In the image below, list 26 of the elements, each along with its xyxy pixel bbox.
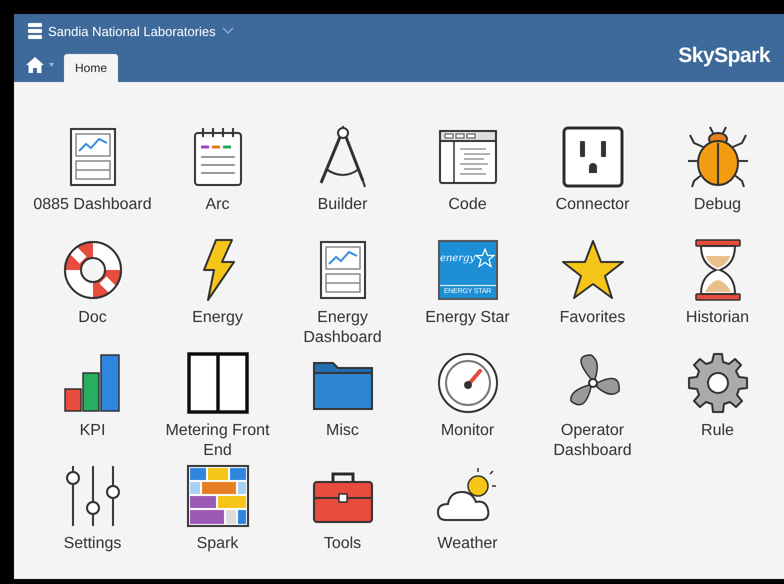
- home-tab[interactable]: Home: [64, 54, 118, 82]
- app-label[interactable]: 0885 Dashboard: [33, 195, 152, 215]
- app-label[interactable]: Code: [448, 195, 487, 215]
- app-label[interactable]: Energy Star: [425, 308, 510, 328]
- logo-script: energy: [440, 252, 476, 264]
- app-label[interactable]: Favorites: [560, 308, 626, 328]
- app-label[interactable]: Tools: [324, 534, 362, 554]
- app-label[interactable]: Settings: [64, 534, 122, 554]
- app-label[interactable]: Misc: [326, 421, 359, 441]
- app-label[interactable]: Historian: [686, 308, 750, 328]
- app-label[interactable]: Debug: [694, 195, 742, 215]
- app-label[interactable]: Energy: [192, 308, 243, 328]
- app-label[interactable]: KPI: [80, 421, 106, 441]
- app-label[interactable]: Spark: [196, 534, 238, 554]
- app-label[interactable]: Arc: [206, 195, 230, 215]
- app-label[interactable]: Operator Dashboard: [530, 421, 654, 461]
- app-label[interactable]: Rule: [701, 421, 734, 441]
- app-label[interactable]: Doc: [78, 308, 107, 328]
- app-label[interactable]: Monitor: [440, 421, 494, 441]
- brand-logo: SkySpark: [678, 44, 770, 68]
- app-label[interactable]: Builder: [318, 195, 368, 215]
- app-label[interactable]: Metering Front End: [156, 421, 280, 461]
- app-label[interactable]: Weather: [437, 534, 498, 554]
- project-name[interactable]: Sandia National Laboratories: [48, 24, 216, 38]
- app-label[interactable]: Energy Dashboard: [280, 308, 404, 348]
- app-label[interactable]: Connector: [556, 195, 630, 215]
